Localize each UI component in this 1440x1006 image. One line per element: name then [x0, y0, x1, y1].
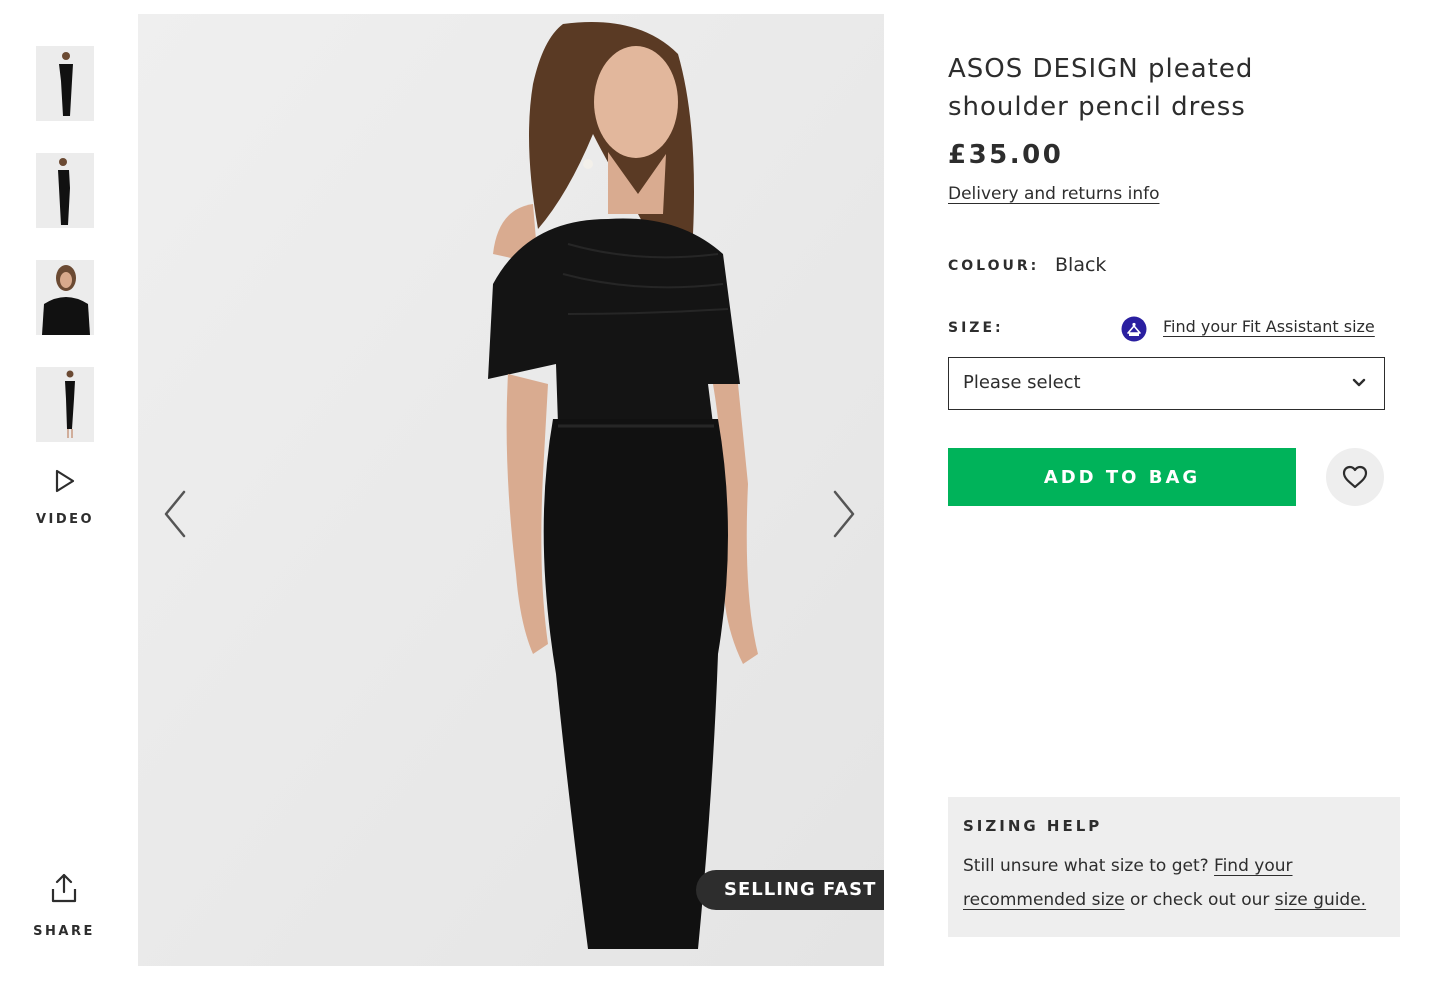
thumbnail-4[interactable] [36, 367, 94, 442]
share-icon [51, 873, 77, 903]
thumbnail-image [36, 46, 94, 121]
fit-assistant-link[interactable]: Find your Fit Assistant size [1163, 317, 1375, 336]
save-for-later-button[interactable] [1326, 448, 1384, 506]
thumbnail-image [36, 367, 94, 442]
find-recommended-size-link-part-2[interactable]: recommended size [963, 890, 1125, 910]
size-select[interactable]: Please select [948, 357, 1385, 410]
heart-icon [1342, 465, 1368, 489]
thumbnail-image [36, 153, 94, 228]
main-product-image: SELLING FAST [138, 14, 884, 966]
chevron-down-icon [1352, 378, 1366, 387]
previous-image-arrow-icon[interactable] [156, 484, 196, 544]
product-photo [138, 14, 884, 966]
share-label: SHARE [33, 924, 95, 939]
sizing-help-panel: SIZING HELP Still unsure what size to ge… [948, 797, 1400, 937]
sizing-help-prefix: Still unsure what size to get? [963, 856, 1215, 876]
sizing-help-middle: or check out our [1124, 890, 1275, 910]
thumbnail-3[interactable] [36, 260, 94, 335]
video-button[interactable]: VIDEO [30, 468, 100, 527]
play-icon [55, 469, 75, 493]
size-select-value: Please select [963, 372, 1081, 393]
delivery-returns-link[interactable]: Delivery and returns info [948, 184, 1159, 204]
product-title: ASOS DESIGN pleated shoulder pencil dres… [948, 50, 1328, 126]
colour-value: Black [1055, 254, 1107, 276]
fit-assistant-icon[interactable] [1121, 316, 1147, 342]
find-recommended-size-link-part-1[interactable]: Find your [1214, 856, 1292, 876]
next-image-arrow-icon[interactable] [823, 484, 863, 544]
share-button[interactable]: SHARE [28, 872, 100, 939]
selling-fast-badge: SELLING FAST [696, 870, 884, 910]
product-title-line-2: shoulder pencil dress [948, 92, 1246, 122]
thumbnail-image [36, 260, 94, 335]
size-label: SIZE: [948, 320, 1004, 336]
add-to-bag-button[interactable]: ADD TO BAG [948, 448, 1296, 506]
video-label: VIDEO [35, 512, 95, 527]
thumbnail-1[interactable] [36, 46, 94, 121]
colour-label: COLOUR: [948, 258, 1040, 274]
product-price: £35.00 [948, 140, 1064, 170]
sizing-help-heading: SIZING HELP [963, 817, 1103, 835]
thumbnail-2[interactable] [36, 153, 94, 228]
sizing-help-text: Still unsure what size to get? Find your… [963, 849, 1385, 917]
product-title-line-1: ASOS DESIGN pleated [948, 54, 1254, 84]
size-guide-link[interactable]: size guide. [1275, 890, 1366, 910]
